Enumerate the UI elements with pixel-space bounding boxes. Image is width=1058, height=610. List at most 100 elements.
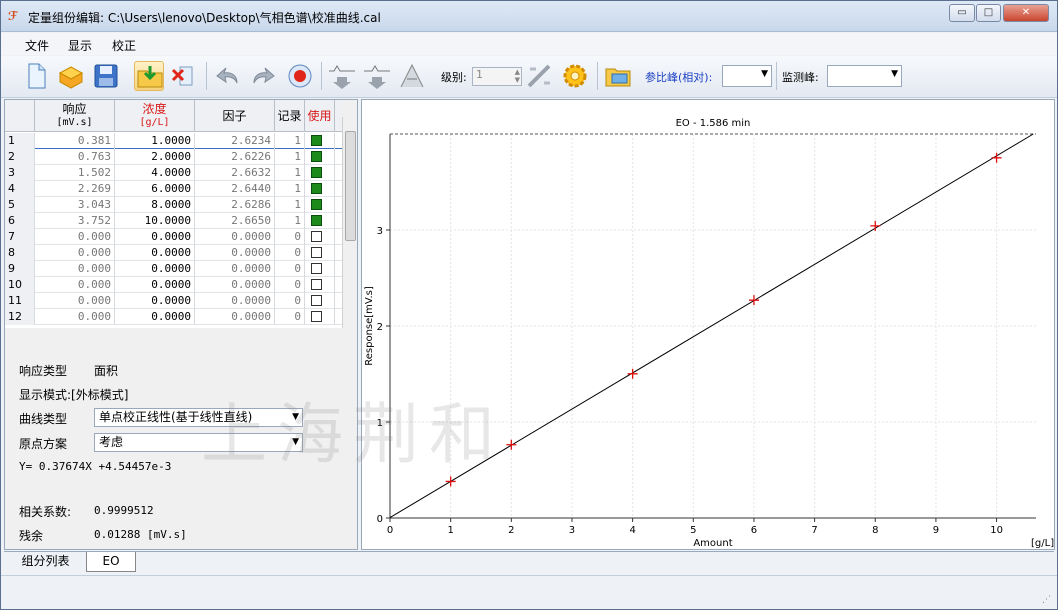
minimize-button[interactable]: ▭	[949, 4, 975, 22]
row-response[interactable]: 0.381	[35, 133, 115, 149]
scrollbar-thumb[interactable]	[345, 131, 356, 241]
row-records[interactable]: 1	[275, 197, 305, 213]
table-row[interactable]: 12 0.000 0.0000 0.0000 0	[5, 309, 342, 325]
row-response[interactable]: 3.043	[35, 197, 115, 213]
row-factor[interactable]: 0.0000	[195, 229, 275, 245]
use-checkbox[interactable]	[311, 199, 322, 210]
new-file-button[interactable]	[21, 61, 51, 91]
use-checkbox[interactable]	[311, 279, 322, 290]
origin-select[interactable]: 考虑 ▼	[94, 433, 303, 452]
table-row[interactable]: 6 3.752 10.0000 2.6650 1	[5, 213, 342, 229]
row-concentration[interactable]: 0.0000	[115, 309, 195, 325]
use-checkbox[interactable]	[311, 247, 322, 258]
row-factor[interactable]: 2.6650	[195, 213, 275, 229]
row-records[interactable]: 0	[275, 261, 305, 277]
row-response[interactable]: 3.752	[35, 213, 115, 229]
row-concentration[interactable]: 0.0000	[115, 245, 195, 261]
delete-button[interactable]	[168, 61, 198, 91]
maximize-button[interactable]: □	[976, 4, 1001, 22]
row-factor[interactable]: 0.0000	[195, 293, 275, 309]
table-row[interactable]: 7 0.000 0.0000 0.0000 0	[5, 229, 342, 245]
table-row[interactable]: 8 0.000 0.0000 0.0000 0	[5, 245, 342, 261]
row-response[interactable]: 1.502	[35, 165, 115, 181]
folder-chart-button[interactable]	[603, 61, 633, 91]
table-row[interactable]: 10 0.000 0.0000 0.0000 0	[5, 277, 342, 293]
use-checkbox[interactable]	[311, 311, 322, 322]
row-records[interactable]: 1	[275, 133, 305, 149]
row-records[interactable]: 1	[275, 181, 305, 197]
row-response[interactable]: 0.000	[35, 277, 115, 293]
tab-eo[interactable]: EO	[86, 552, 136, 572]
row-factor[interactable]: 0.0000	[195, 261, 275, 277]
monitor-peak-select[interactable]: ▼	[827, 65, 902, 87]
data-point[interactable]	[748, 295, 759, 306]
ref-peak-select[interactable]: ▼	[722, 65, 772, 87]
erase-button[interactable]	[524, 61, 554, 91]
data-point[interactable]	[506, 439, 517, 450]
peak-down-button-2[interactable]	[362, 61, 392, 91]
header-response[interactable]: 响应 [mV.s]	[35, 100, 115, 132]
table-row[interactable]: 3 1.502 4.0000 2.6632 1	[5, 165, 342, 181]
row-factor[interactable]: 2.6226	[195, 149, 275, 165]
row-response[interactable]: 0.000	[35, 309, 115, 325]
use-checkbox[interactable]	[311, 167, 322, 178]
row-response[interactable]: 0.000	[35, 293, 115, 309]
row-concentration[interactable]: 2.0000	[115, 149, 195, 165]
open-box-button[interactable]	[56, 61, 86, 91]
use-checkbox[interactable]	[311, 295, 322, 306]
row-factor[interactable]: 2.6234	[195, 133, 275, 149]
row-response[interactable]: 0.763	[35, 149, 115, 165]
use-checkbox[interactable]	[311, 135, 322, 146]
row-records[interactable]: 1	[275, 213, 305, 229]
row-concentration[interactable]: 0.0000	[115, 293, 195, 309]
row-concentration[interactable]: 6.0000	[115, 181, 195, 197]
row-concentration[interactable]: 8.0000	[115, 197, 195, 213]
menu-view[interactable]: 显示	[68, 37, 92, 54]
undo-button[interactable]	[213, 61, 243, 91]
level-spinner[interactable]: 1 ▲ ▼	[472, 67, 522, 86]
row-records[interactable]: 0	[275, 229, 305, 245]
row-factor[interactable]: 0.0000	[195, 245, 275, 261]
row-records[interactable]: 0	[275, 293, 305, 309]
row-records[interactable]: 0	[275, 277, 305, 293]
row-concentration[interactable]: 1.0000	[115, 133, 195, 149]
row-response[interactable]: 0.000	[35, 245, 115, 261]
row-records[interactable]: 1	[275, 165, 305, 181]
use-checkbox[interactable]	[311, 215, 322, 226]
tab-component-list[interactable]: 组分列表	[8, 552, 83, 572]
row-factor[interactable]: 0.0000	[195, 309, 275, 325]
row-concentration[interactable]: 0.0000	[115, 229, 195, 245]
record-button[interactable]	[285, 61, 315, 91]
settings-button[interactable]	[560, 61, 590, 91]
row-response[interactable]: 0.000	[35, 261, 115, 277]
table-row[interactable]: 4 2.269 6.0000 2.6440 1	[5, 181, 342, 197]
header-records[interactable]: 记录	[275, 100, 305, 132]
import-folder-button[interactable]	[134, 61, 164, 91]
row-factor[interactable]: 2.6286	[195, 197, 275, 213]
row-response[interactable]: 0.000	[35, 229, 115, 245]
row-concentration[interactable]: 0.0000	[115, 261, 195, 277]
header-factor[interactable]: 因子	[195, 100, 275, 132]
save-button[interactable]	[91, 61, 121, 91]
row-records[interactable]: 0	[275, 245, 305, 261]
use-checkbox[interactable]	[311, 231, 322, 242]
data-point[interactable]	[870, 220, 881, 231]
redo-button[interactable]	[248, 61, 278, 91]
use-checkbox[interactable]	[311, 151, 322, 162]
resize-grip-icon[interactable]: ⋰	[1042, 595, 1051, 605]
table-row[interactable]: 11 0.000 0.0000 0.0000 0	[5, 293, 342, 309]
use-checkbox[interactable]	[311, 263, 322, 274]
peak-button[interactable]	[397, 61, 427, 91]
menu-calibrate[interactable]: 校正	[112, 37, 136, 54]
row-factor[interactable]: 2.6440	[195, 181, 275, 197]
table-row[interactable]: 5 3.043 8.0000 2.6286 1	[5, 197, 342, 213]
row-records[interactable]: 0	[275, 309, 305, 325]
row-concentration[interactable]: 4.0000	[115, 165, 195, 181]
menu-file[interactable]: 文件	[25, 37, 49, 54]
table-row[interactable]: 9 0.000 0.0000 0.0000 0	[5, 261, 342, 277]
table-scrollbar[interactable]	[342, 117, 357, 328]
use-checkbox[interactable]	[311, 183, 322, 194]
close-button[interactable]: ✕	[1003, 4, 1049, 22]
curve-type-select[interactable]: 单点校正线性(基于线性直线) ▼	[94, 408, 303, 427]
row-concentration[interactable]: 0.0000	[115, 277, 195, 293]
